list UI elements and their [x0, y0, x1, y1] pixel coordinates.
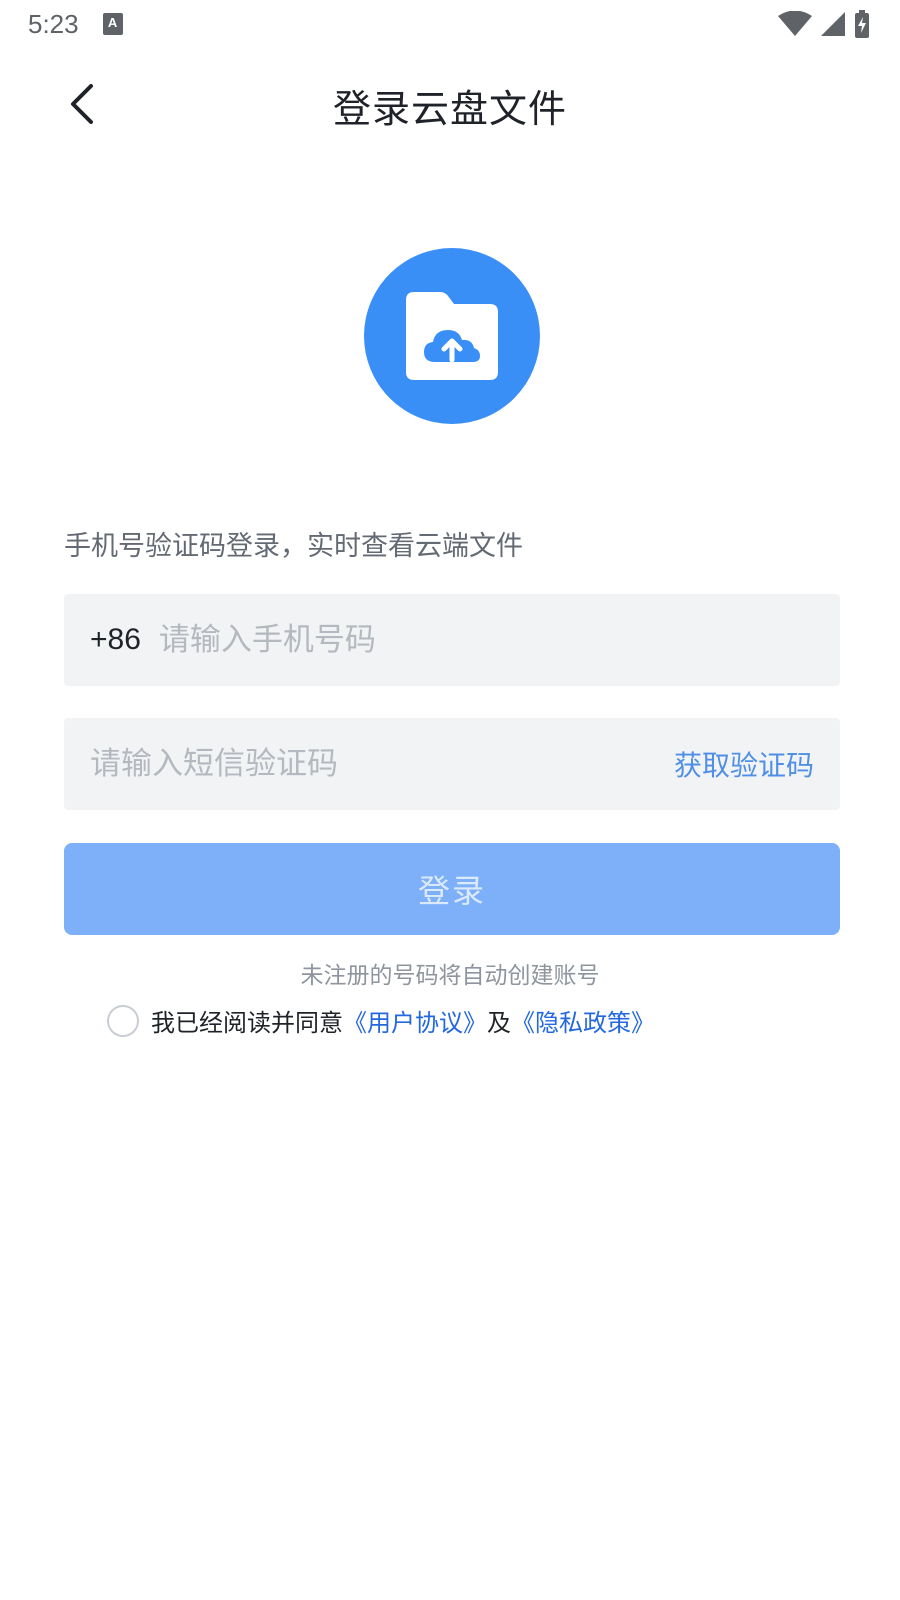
- sms-code-field[interactable]: 获取验证码: [64, 718, 840, 810]
- status-right: [778, 10, 870, 38]
- page-title: 登录云盘文件: [332, 86, 567, 131]
- status-bar: 5:23 A: [0, 0, 900, 48]
- phone-input[interactable]: [158, 622, 814, 658]
- user-agreement-link[interactable]: 《用户协议》: [343, 1003, 487, 1038]
- country-code[interactable]: +86: [90, 623, 141, 657]
- agreement-row: 我已经阅读并同意 《用户协议》 及 《隐私政策》: [107, 1003, 655, 1038]
- header: 登录云盘文件: [0, 60, 900, 150]
- chevron-left-icon: [71, 84, 93, 124]
- login-button[interactable]: 登录: [64, 843, 840, 935]
- app-logo: [364, 248, 540, 424]
- cloud-upload-folder-icon: [406, 292, 498, 380]
- phone-field[interactable]: +86: [64, 594, 840, 686]
- cell-signal-icon: [821, 12, 845, 36]
- status-left: 5:23 A: [28, 9, 123, 40]
- wifi-icon: [778, 11, 812, 36]
- login-screen: 5:23 A 登录云盘文件 手机号验证码登录，实时查看云端文件 +86 请输入手…: [0, 0, 900, 1600]
- battery-charging-icon: [855, 10, 869, 38]
- auto-register-hint: 未注册的号码将自动创建账号: [300, 963, 600, 989]
- privacy-policy-link[interactable]: 《隐私政策》: [511, 1003, 655, 1038]
- agreement-and: 及: [487, 1009, 511, 1037]
- sms-code-input[interactable]: [90, 746, 674, 782]
- get-code-button[interactable]: 获取验证码: [674, 744, 814, 784]
- agreement-checkbox[interactable]: [107, 1004, 139, 1037]
- status-time: 5:23: [28, 8, 79, 39]
- back-button[interactable]: [56, 78, 108, 130]
- notification-icon: A: [102, 13, 123, 35]
- agreement-prefix: 我已经阅读并同意: [151, 1009, 343, 1037]
- login-subtitle: 手机号验证码登录，实时查看云端文件: [64, 531, 523, 562]
